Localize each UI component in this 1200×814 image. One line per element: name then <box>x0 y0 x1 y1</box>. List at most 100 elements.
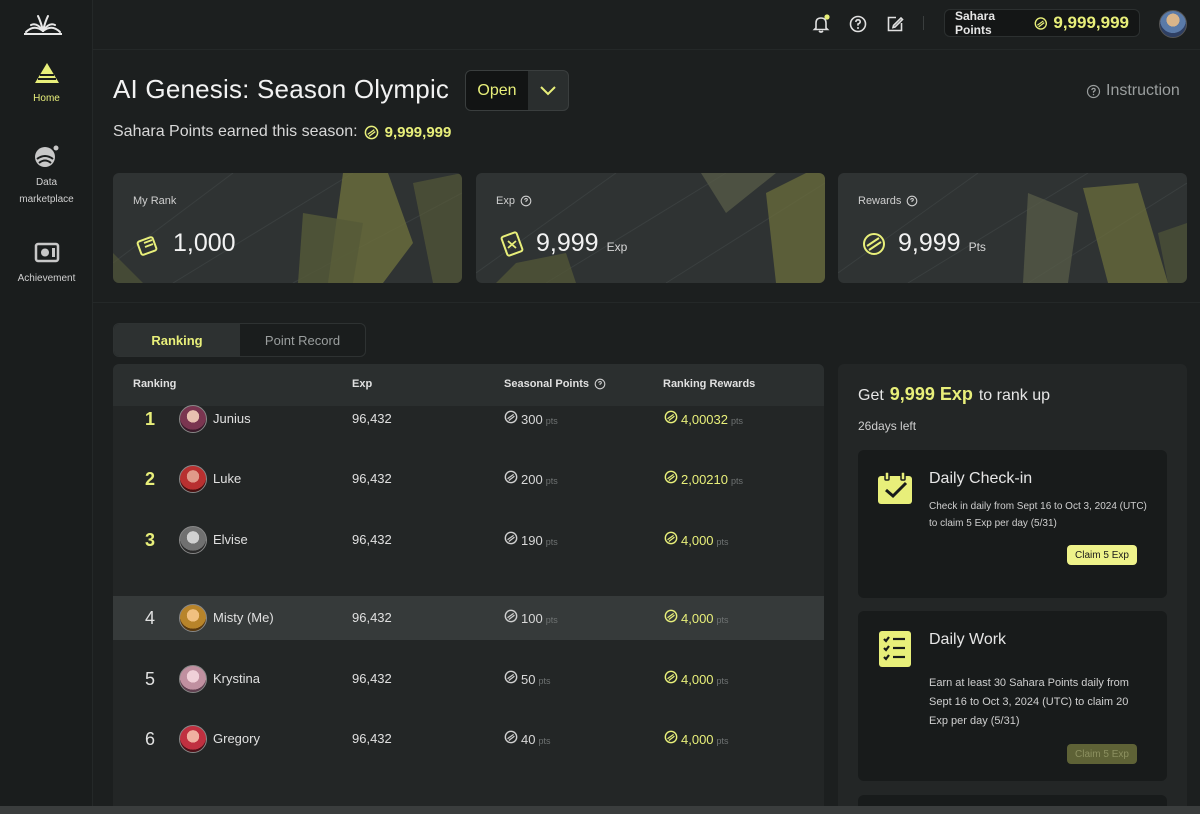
avatar[interactable] <box>179 604 207 632</box>
task-card-daily-check-in: Daily Check-in Check in daily from Sept … <box>858 450 1167 598</box>
user-avatar[interactable] <box>1159 10 1187 38</box>
rank-number: 6 <box>144 729 155 749</box>
help-icon[interactable] <box>594 378 606 390</box>
user-name[interactable]: Junius <box>213 411 251 426</box>
status-value: Open <box>466 71 528 110</box>
reward-unit: pts <box>716 615 729 625</box>
rank-up-exp: 9,999 Exp <box>889 384 973 404</box>
rank-number: 2 <box>144 469 155 489</box>
avatar[interactable] <box>179 725 207 753</box>
avatar[interactable] <box>179 465 207 493</box>
table-row[interactable]: 5 Krystina 96,432 50 pts 4,000 pts <box>113 657 824 701</box>
claim-exp-button-disabled[interactable]: Claim 5 Exp <box>1067 744 1137 764</box>
rank-up-panel: Get 9,999 Exp to rank up 26days left Dai… <box>838 364 1187 814</box>
ranking-tabs: Ranking Point Record <box>113 323 366 357</box>
user-name[interactable]: Krystina <box>213 671 260 686</box>
stat-value: 9,999 <box>536 229 599 257</box>
seasonal-points-cell: 100 pts <box>504 609 558 626</box>
reward-unit: pts <box>716 537 729 547</box>
sahara-points-balance[interactable]: Sahara Points 9,999,999 <box>944 9 1140 37</box>
rank-up-goal: Get 9,999 Exp to rank up <box>858 384 1051 404</box>
task-description-line: Check in daily from Sept 16 to Oct 3, 20… <box>929 501 1147 512</box>
help-icon[interactable] <box>520 195 532 207</box>
exp-value: 96,432 <box>352 731 392 746</box>
season-points-label: Sahara Points earned this season: <box>113 123 358 140</box>
ranking-table: Ranking Exp Seasonal Points Ranking Rewa… <box>113 364 824 814</box>
exp-value: 96,432 <box>352 532 392 547</box>
stat-label: My Rank <box>133 195 177 207</box>
help-icon[interactable] <box>848 14 868 34</box>
tab-point-record[interactable]: Point Record <box>240 324 365 356</box>
exp-value: 96,432 <box>352 471 392 486</box>
exp-value: 96,432 <box>352 610 392 625</box>
table-row[interactable]: 2 Luke 96,432 200 pts 2,00210 pts <box>113 457 824 501</box>
seasonal-points-value: 40 <box>521 732 536 747</box>
edit-icon[interactable] <box>885 14 905 34</box>
task-description-line: Sept 16 to Oct 3, 2024 (UTC) to claim 20 <box>929 696 1129 708</box>
page-title: AI Genesis: Season Olympic <box>113 74 450 104</box>
achievement-icon <box>34 242 59 263</box>
days-left: 26days left <box>858 419 917 433</box>
rank-icon <box>136 235 158 256</box>
avatar[interactable] <box>179 665 207 693</box>
avatar[interactable] <box>179 405 207 433</box>
avatar[interactable] <box>179 526 207 554</box>
user-name[interactable]: Gregory <box>213 731 260 746</box>
user-name[interactable]: Misty (Me) <box>213 610 274 625</box>
column-header-seasonal-points: Seasonal Points <box>504 378 606 390</box>
user-name[interactable]: Luke <box>213 471 241 486</box>
table-row[interactable]: 6 Gregory 96,432 40 pts 4,000 pts <box>113 717 824 761</box>
sidebar-item-home[interactable]: Home <box>0 62 93 107</box>
exp-icon <box>500 230 524 257</box>
bell-icon[interactable] <box>811 14 831 34</box>
ranking-reward-value: 4,00032 <box>681 412 728 427</box>
sahara-coin-icon <box>664 609 678 623</box>
sahara-coin-icon <box>664 670 678 684</box>
table-row-current-user[interactable]: 4 Misty (Me) 96,432 100 pts 4,000 pts <box>113 596 824 640</box>
points-value: 9,999,999 <box>1053 13 1129 32</box>
seasonal-points-cell: 40 pts <box>504 730 550 747</box>
points-label: Sahara Points <box>955 9 996 37</box>
season-status-dropdown[interactable]: Open <box>465 70 569 111</box>
rewards-coin-icon <box>863 232 885 255</box>
claim-exp-button[interactable]: Claim 5 Exp <box>1067 545 1137 565</box>
user-name[interactable]: Elvise <box>213 532 248 547</box>
tab-ranking[interactable]: Ranking <box>114 324 240 356</box>
sahara-coin-icon <box>664 410 678 424</box>
divider <box>923 16 924 30</box>
stat-card-my-rank: My Rank 1,000 <box>113 173 462 283</box>
table-row[interactable]: 3 Elvise 96,432 190 pts 4,000 pts <box>113 518 824 562</box>
sahara-logo-icon[interactable] <box>24 10 62 36</box>
card-background-pattern <box>476 173 825 283</box>
instruction-label: Instruction <box>1106 82 1180 99</box>
points-unit: pts <box>545 537 558 547</box>
top-bar: Sahara Points 9,999,999 <box>93 0 1200 50</box>
stat-unit: Exp <box>606 239 628 254</box>
stat-label: Exp <box>496 195 532 207</box>
column-header-exp: Exp <box>352 378 373 390</box>
stat-label: Rewards <box>858 195 918 207</box>
task-description-line: to claim 5 Exp per day (5/31) <box>929 518 1057 529</box>
sahara-coin-icon <box>504 410 518 424</box>
task-card-daily-work: Daily Work Earn at least 30 Sahara Point… <box>858 611 1167 781</box>
reward-unit: pts <box>716 736 729 746</box>
help-icon[interactable] <box>906 195 918 207</box>
stat-card-exp: Exp 9,999 Exp <box>476 173 825 283</box>
data-marketplace-icon <box>34 145 58 167</box>
table-row[interactable]: 1 Junius 96,432 300 pts 4,00032 pts <box>113 397 824 441</box>
sidebar-item-data-marketplace[interactable]: Data marketplace <box>0 144 93 208</box>
column-header-ranking-rewards: Ranking Rewards <box>663 378 756 390</box>
rank-number: 5 <box>144 669 155 689</box>
sidebar-item-achievement[interactable]: Achievement <box>0 242 93 287</box>
sahara-coin-icon <box>664 730 678 744</box>
column-header-ranking: Ranking <box>133 378 177 390</box>
stat-unit: Pts <box>968 239 986 254</box>
seasonal-points-value: 190 <box>521 533 543 548</box>
sahara-coin-icon <box>504 470 518 484</box>
rank-number: 3 <box>144 530 155 550</box>
chevron-down-icon[interactable] <box>528 71 568 110</box>
ranking-reward-cell: 4,00032 pts <box>664 410 743 427</box>
ranking-reward-cell: 4,000 pts <box>664 670 729 687</box>
checklist-icon <box>879 631 911 667</box>
instruction-link[interactable]: Instruction <box>1086 82 1180 100</box>
